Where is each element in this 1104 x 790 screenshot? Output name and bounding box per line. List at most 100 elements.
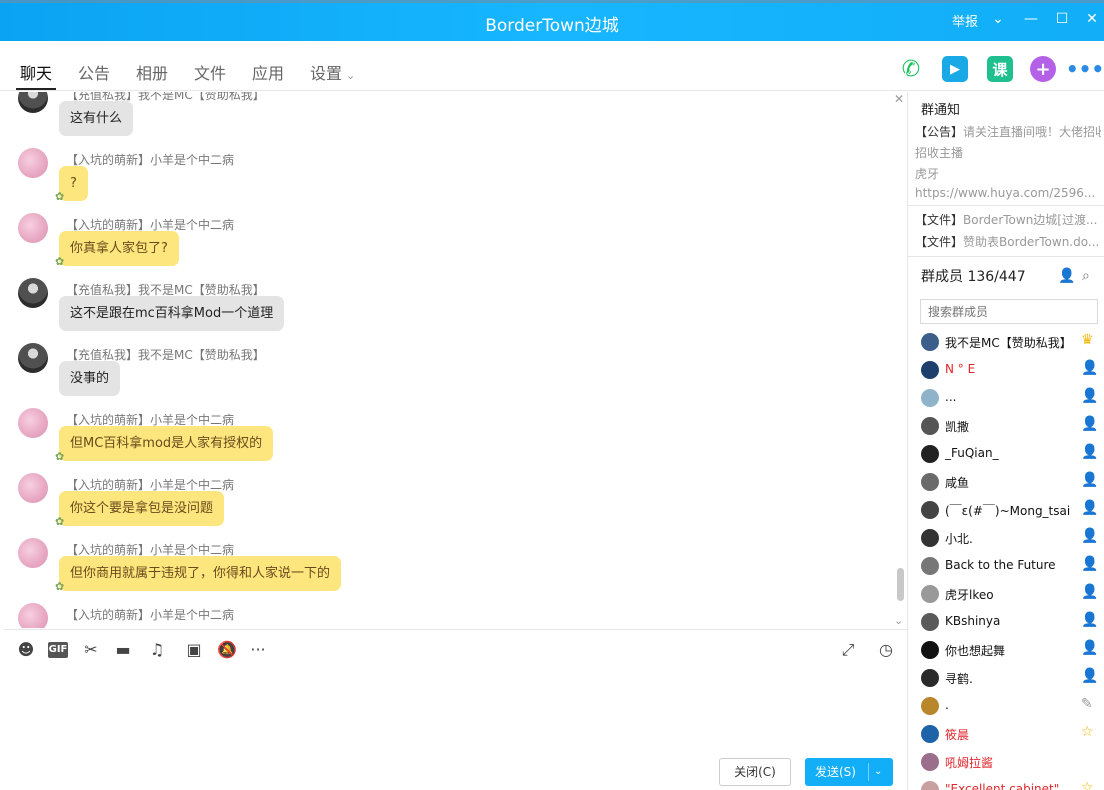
avatar[interactable] [921, 725, 939, 743]
avatar[interactable] [18, 213, 48, 243]
expand-icon[interactable]: ⤢ [838, 640, 858, 660]
avatar[interactable] [921, 529, 939, 547]
announcement-link[interactable]: https://www.huya.com/2596... [915, 186, 1101, 200]
close-icon[interactable]: ✕ [1083, 10, 1101, 28]
message-sender: 【入坑的萌新】小羊是个中二病 [66, 608, 235, 622]
bell-off-icon[interactable]: 🔕 [217, 640, 237, 660]
class-icon[interactable]: 课 [987, 56, 1013, 82]
member-row[interactable]: . ✎ [908, 692, 1104, 720]
avatar[interactable] [18, 473, 48, 503]
avatar[interactable] [921, 613, 939, 631]
more-icon[interactable]: ••• [1066, 56, 1104, 82]
tab-announcements[interactable]: 公告 [78, 60, 110, 84]
avatar[interactable] [921, 501, 939, 519]
member-row[interactable]: 吼姆拉酱 [908, 748, 1104, 776]
bubble-decoration-icon: ✿ [55, 190, 65, 203]
member-row[interactable]: 筱晨 ☆ [908, 720, 1104, 748]
tab-files[interactable]: 文件 [194, 60, 226, 84]
avatar[interactable] [921, 669, 939, 687]
gif-icon[interactable]: GIF [48, 642, 68, 658]
report-button[interactable]: 举报 [952, 11, 978, 30]
avatar[interactable] [921, 473, 939, 491]
video-call-icon[interactable]: ▶ [942, 56, 968, 82]
group-sidebar: 群通知 【公告】请关注直播间哦！大佬招收主播 招收主播 虎牙 https://w… [907, 92, 1104, 790]
member-name: KBshinya [945, 614, 1001, 628]
member-row[interactable]: KBshinya 👤 [908, 608, 1104, 636]
avatar[interactable] [921, 333, 939, 351]
chevron-down-icon[interactable]: ⌄ [989, 10, 1007, 28]
history-icon[interactable]: ◷ [876, 640, 896, 660]
avatar[interactable] [921, 641, 939, 659]
more-icon[interactable]: ··· [248, 640, 268, 660]
avatar[interactable] [18, 343, 48, 373]
scissors-icon[interactable]: ✂ [81, 640, 101, 660]
close-icon[interactable]: ✕ [894, 92, 904, 106]
avatar[interactable] [18, 603, 48, 628]
message-bubble: 但MC百科拿mod是人家有授权的 [59, 426, 274, 461]
music-icon[interactable]: ♫ [147, 640, 167, 660]
image-icon[interactable]: ▣ [184, 640, 204, 660]
member-row[interactable]: 咸鱼 👤 [908, 468, 1104, 496]
chevron-down-icon[interactable]: ⌄ [894, 614, 903, 627]
minimize-icon[interactable]: — [1022, 10, 1040, 28]
member-role-icon: 👤 [1081, 360, 1099, 376]
avatar[interactable] [921, 557, 939, 575]
avatar[interactable] [921, 361, 939, 379]
member-role-icon: 👤 [1081, 584, 1099, 600]
member-search-input[interactable] [920, 299, 1098, 324]
avatar[interactable] [921, 781, 939, 790]
chat-scrollbar[interactable] [897, 568, 904, 601]
chevron-down-icon[interactable]: ⌄ [874, 758, 882, 786]
member-row[interactable]: 寻鹤. 👤 [908, 664, 1104, 692]
avatar[interactable] [18, 148, 48, 178]
member-row[interactable]: "Excellent cabinet" ☆ [908, 776, 1104, 790]
tab-apps[interactable]: 应用 [252, 60, 284, 84]
chat-message: 【入坑的萌新】小羊是个中二病 [4, 603, 894, 628]
close-button[interactable]: 关闭(C) [719, 758, 791, 786]
avatar[interactable] [18, 538, 48, 568]
add-member-icon[interactable]: 👤 [1058, 268, 1075, 284]
voice-call-icon[interactable]: ✆ [898, 56, 924, 82]
avatar[interactable] [921, 389, 939, 407]
member-name: Back to the Future [945, 558, 1056, 572]
avatar[interactable] [921, 697, 939, 715]
folder-icon[interactable]: ▬ [113, 640, 133, 660]
avatar[interactable] [18, 278, 48, 308]
avatar[interactable] [18, 408, 48, 438]
file-item[interactable]: 【文件】BorderTown边城[过渡... [915, 211, 1101, 228]
member-row[interactable]: 你也想起舞 👤 [908, 636, 1104, 664]
member-row[interactable]: _FuQian_ 👤 [908, 440, 1104, 468]
avatar[interactable] [921, 753, 939, 771]
announcement-text[interactable]: 【公告】请关注直播间哦！大佬招收主播 [915, 123, 1101, 140]
chat-history[interactable]: 【充值私我】我不是MC【赞助私我】 这有什么 【入坑的萌新】小羊是个中二病 ? … [4, 92, 907, 628]
avatar[interactable] [18, 92, 48, 113]
member-row[interactable]: 虎牙lkeo 👤 [908, 580, 1104, 608]
tab-album[interactable]: 相册 [136, 60, 168, 84]
avatar[interactable] [921, 445, 939, 463]
member-row[interactable]: 我不是MC【赞助私我】 ♛ [908, 328, 1104, 356]
tab-chat[interactable]: 聊天 [20, 60, 52, 84]
member-row[interactable]: N ° E 👤 [908, 356, 1104, 384]
message-bubble: 你真拿人家包了? [59, 231, 179, 266]
bubble-decoration-icon: ✿ [55, 580, 65, 593]
tab-settings[interactable]: 设置 ⌄ [310, 60, 355, 84]
member-name: 凯撒 [945, 420, 970, 434]
search-icon[interactable]: ⌕ [1082, 268, 1090, 284]
member-row[interactable]: ... 👤 [908, 384, 1104, 412]
message-bubble: 但你商用就属于违规了，你得和人家说一下的 [59, 556, 342, 591]
maximize-icon[interactable]: ☐ [1053, 10, 1071, 28]
member-row[interactable]: 小北. 👤 [908, 524, 1104, 552]
add-app-icon[interactable]: + [1030, 56, 1056, 82]
avatar[interactable] [921, 585, 939, 603]
message-input[interactable]: 关闭(C) 发送(S) ⌄ [4, 669, 907, 790]
member-row[interactable]: 凯撒 👤 [908, 412, 1104, 440]
file-item[interactable]: 【文件】赞助表BorderTown.do... [915, 233, 1101, 250]
member-row[interactable]: (￣ε(#￣)~Mong_tsai 👤 [908, 496, 1104, 524]
avatar[interactable] [921, 417, 939, 435]
emoji-icon[interactable]: ☻ [16, 640, 36, 660]
member-row[interactable]: Back to the Future 👤 [908, 552, 1104, 580]
send-button[interactable]: 发送(S) ⌄ [805, 758, 893, 786]
announcement-line: 虎牙 [915, 165, 1101, 182]
announcement-tag: 【公告】 [915, 125, 964, 139]
announcement-body: 请关注直播间哦！大佬招收主播 [963, 125, 1101, 139]
